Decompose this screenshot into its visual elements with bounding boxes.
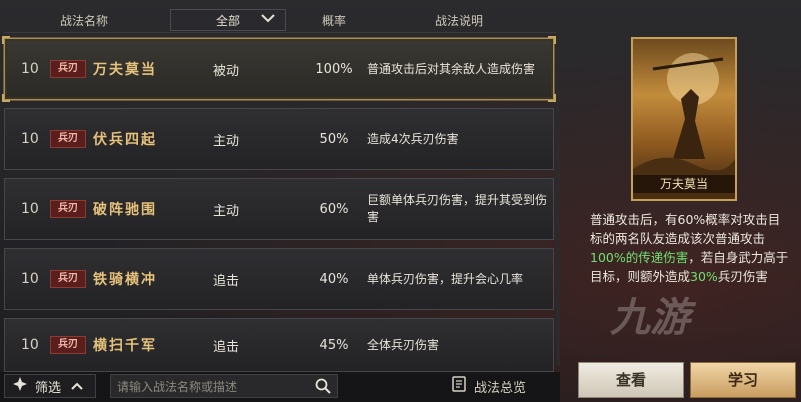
- skill-tag: 兵刃: [50, 270, 86, 288]
- skill-tag: 兵刃: [50, 60, 86, 78]
- skill-level: 10: [21, 201, 39, 217]
- filter-button[interactable]: 筛选: [4, 374, 96, 398]
- skill-overview-button[interactable]: 战法总览: [452, 374, 556, 398]
- view-button[interactable]: 查看: [578, 362, 684, 398]
- skill-type: 主动: [213, 133, 240, 149]
- skill-rate: 100%: [315, 61, 353, 77]
- skill-row[interactable]: 10 兵刃 横扫千军 追击 45% 全体兵刃伤害: [4, 318, 554, 372]
- header-desc: 战法说明: [434, 13, 483, 28]
- skill-type: 被动: [213, 63, 240, 79]
- detail-highlight: 30%: [690, 269, 718, 284]
- skill-row[interactable]: 10 兵刃 万夫莫当 被动 100% 普通攻击后对其余敌人造成伤害: [2, 36, 556, 102]
- watermark-logo: 九游: [610, 295, 690, 341]
- skill-desc: 单体兵刃伤害，提升会心几率: [367, 271, 524, 286]
- skill-row[interactable]: 10 兵刃 破阵驰围 主动 60% 巨额单体兵刃伤害，提升其受到伤害: [4, 178, 554, 240]
- learn-button[interactable]: 学习: [690, 362, 796, 398]
- skill-type: 追击: [213, 339, 240, 355]
- skill-desc: 造成4次兵刃伤害: [367, 131, 459, 146]
- search-box: [110, 374, 338, 399]
- detail-highlight: 100%的传递伤害: [590, 250, 689, 265]
- skill-level: 10: [21, 337, 39, 353]
- skill-level: 10: [21, 61, 39, 77]
- skill-name: 伏兵四起: [93, 132, 157, 148]
- overview-label: 战法总览: [474, 380, 527, 396]
- skill-level: 10: [21, 271, 39, 287]
- search-input[interactable]: [111, 375, 309, 399]
- skill-tag: 兵刃: [50, 336, 86, 354]
- skill-rate: 50%: [319, 131, 349, 147]
- skill-rate: 40%: [319, 271, 349, 287]
- skill-desc: 全体兵刃伤害: [367, 337, 440, 352]
- skill-name: 万夫莫当: [93, 62, 157, 78]
- skill-name: 破阵驰围: [93, 202, 157, 218]
- search-icon[interactable]: [315, 378, 331, 398]
- skill-row[interactable]: 10 兵刃 铁骑横冲 追击 40% 单体兵刃伤害，提升会心几率: [4, 248, 554, 310]
- skill-name: 横扫千军: [93, 338, 157, 354]
- skill-desc: 巨额单体兵刃伤害，提升其受到伤害: [367, 193, 548, 224]
- skill-row[interactable]: 10 兵刃 伏兵四起 主动 50% 造成4次兵刃伤害: [4, 108, 554, 170]
- card-title: 万夫莫当: [633, 175, 735, 193]
- filter-selected: 全部: [215, 13, 240, 28]
- chevron-up-icon: [71, 379, 83, 394]
- chevron-down-icon: [261, 13, 275, 26]
- detail-part: 普通攻击后，有60%概率对攻击目标的两名队友造成该次普通攻击: [590, 212, 781, 246]
- skill-detail-text: 普通攻击后，有60%概率对攻击目标的两名队友造成该次普通攻击100%的传递伤害，…: [590, 210, 790, 286]
- type-filter-dropdown[interactable]: 全部: [170, 9, 286, 31]
- skill-type: 主动: [213, 203, 240, 219]
- skill-rate: 60%: [319, 201, 349, 217]
- skill-card: 万夫莫当: [631, 37, 737, 201]
- detail-part: 兵刃伤害: [717, 269, 768, 284]
- skill-tag: 兵刃: [50, 130, 86, 148]
- book-icon: [452, 376, 466, 396]
- skill-desc: 普通攻击后对其余敌人造成伤害: [367, 61, 536, 76]
- skill-rate: 45%: [319, 337, 349, 353]
- header-rate: 概率: [321, 13, 346, 28]
- header-name: 战法名称: [59, 13, 108, 28]
- filter-icon: [13, 377, 27, 395]
- filter-label: 筛选: [35, 380, 62, 396]
- skill-type: 追击: [213, 273, 240, 289]
- skill-name: 铁骑横冲: [93, 272, 157, 288]
- skill-tag: 兵刃: [50, 200, 86, 218]
- skill-level: 10: [21, 131, 39, 147]
- list-scrollbar[interactable]: [556, 36, 560, 366]
